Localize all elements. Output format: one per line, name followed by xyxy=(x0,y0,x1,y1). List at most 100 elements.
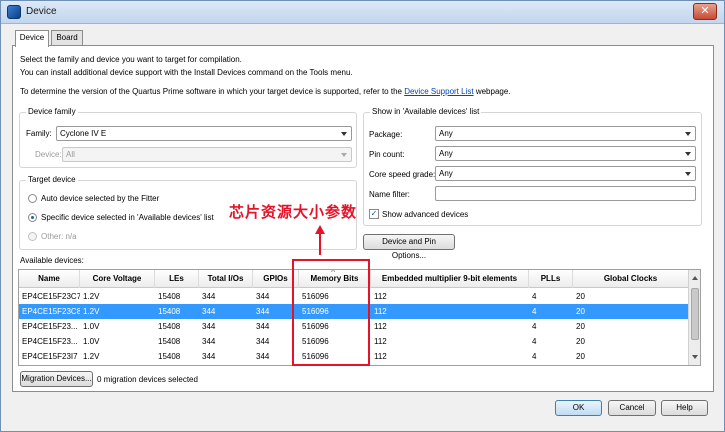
package-label: Package: xyxy=(369,130,403,139)
intro-line-1: Select the family and device you want to… xyxy=(20,55,242,64)
scroll-down-arrow-icon[interactable] xyxy=(692,355,698,359)
specific-device-radio[interactable] xyxy=(28,213,37,222)
ok-button[interactable]: OK xyxy=(555,400,602,416)
cell-plls: 4 xyxy=(532,322,537,331)
device-family-group: Device family Family: Cyclone IV E Devic… xyxy=(19,107,357,168)
tab-device[interactable]: Device xyxy=(15,30,49,47)
intro-line-3-text: To determine the version of the Quartus … xyxy=(20,87,402,96)
cell-name: EP4CE15F23C7 xyxy=(22,292,80,301)
column-header-name[interactable]: Name xyxy=(19,270,80,288)
device-support-list-link[interactable]: Device Support List xyxy=(404,87,473,96)
device-filter-group: Show in 'Available devices' list Package… xyxy=(363,107,702,226)
cell-total-ios: 344 xyxy=(202,307,216,316)
scroll-thumb[interactable] xyxy=(691,288,699,340)
device-select[interactable]: All xyxy=(62,147,352,162)
cell-core-voltage: 1.0V xyxy=(83,322,100,331)
cell-les: 15408 xyxy=(158,352,181,361)
cell-name: EP4CE15F23... xyxy=(22,322,78,331)
cell-core-voltage: 1.0V xyxy=(83,337,100,346)
pin-count-label: Pin count: xyxy=(369,150,405,159)
pin-count-select[interactable]: Any xyxy=(435,146,696,161)
cell-plls: 4 xyxy=(532,352,537,361)
available-devices-label: Available devices: xyxy=(20,256,84,265)
device-value: All xyxy=(66,150,75,159)
other-device-label: Other: n/a xyxy=(41,232,77,241)
target-device-title: Target device xyxy=(26,175,78,184)
cell-multipliers: 112 xyxy=(374,352,387,361)
cell-global-clocks: 20 xyxy=(576,337,585,346)
cell-multipliers: 112 xyxy=(374,322,387,331)
family-select[interactable]: Cyclone IV E xyxy=(56,126,352,141)
name-filter-label: Name filter: xyxy=(369,190,410,199)
device-family-title: Device family xyxy=(26,107,78,116)
migration-devices-button[interactable]: Migration Devices... xyxy=(20,371,93,387)
cell-plls: 4 xyxy=(532,307,537,316)
scroll-up-arrow-icon[interactable] xyxy=(692,276,698,280)
column-header-multipliers[interactable]: Embedded multiplier 9-bit elements xyxy=(371,270,529,288)
cell-total-ios: 344 xyxy=(202,322,216,331)
cancel-button[interactable]: Cancel xyxy=(608,400,656,416)
device-filter-title: Show in 'Available devices' list xyxy=(370,107,482,116)
column-header-core-voltage[interactable]: Core Voltage xyxy=(80,270,155,288)
device-label: Device: xyxy=(35,150,62,159)
chevron-down-icon xyxy=(341,153,347,157)
device-pin-options-button[interactable]: Device and Pin Options... xyxy=(363,234,455,260)
cell-les: 15408 xyxy=(158,322,181,331)
cell-total-ios: 344 xyxy=(202,352,216,361)
chevron-down-icon xyxy=(685,132,691,136)
memory-bits-highlight xyxy=(292,259,370,366)
cell-multipliers: 112 xyxy=(374,307,387,316)
column-header-les[interactable]: LEs xyxy=(155,270,199,288)
cell-name: EP4CE15F23C8 xyxy=(22,307,80,316)
show-advanced-label: Show advanced devices xyxy=(382,210,469,219)
cell-core-voltage: 1.2V xyxy=(83,292,100,301)
pin-count-value: Any xyxy=(439,149,453,158)
cell-les: 15408 xyxy=(158,307,181,316)
cell-global-clocks: 20 xyxy=(576,292,585,301)
family-label: Family: xyxy=(26,129,52,138)
close-button[interactable]: ✕ xyxy=(693,3,717,20)
auto-device-label: Auto device selected by the Fitter xyxy=(41,194,160,203)
cell-core-voltage: 1.2V xyxy=(83,352,100,361)
speed-grade-select[interactable]: Any xyxy=(435,166,696,181)
intro-line-3-suffix: webpage. xyxy=(475,87,511,96)
quartus-app-icon xyxy=(7,5,21,19)
tab-board[interactable]: Board xyxy=(51,30,83,46)
help-button[interactable]: Help xyxy=(661,400,708,416)
speed-grade-value: Any xyxy=(439,169,453,178)
auto-device-radio[interactable] xyxy=(28,194,37,203)
family-value: Cyclone IV E xyxy=(60,129,107,138)
chevron-down-icon xyxy=(685,172,691,176)
window-title: Device xyxy=(26,6,57,17)
cell-les: 15408 xyxy=(158,292,181,301)
chevron-down-icon xyxy=(685,152,691,156)
other-device-radio[interactable] xyxy=(28,232,37,241)
cell-name: EP4CE15F23I7 xyxy=(22,352,78,361)
cell-plls: 4 xyxy=(532,337,537,346)
package-value: Any xyxy=(439,129,453,138)
intro-line-2: You can install additional device suppor… xyxy=(20,68,353,77)
cell-core-voltage: 1.2V xyxy=(83,307,100,316)
cell-global-clocks: 20 xyxy=(576,352,585,361)
annotation-text: 芯片资源大小参数 xyxy=(229,203,358,221)
cell-total-ios: 344 xyxy=(202,337,216,346)
name-filter-input[interactable] xyxy=(435,186,696,201)
cell-global-clocks: 20 xyxy=(576,307,585,316)
cell-multipliers: 112 xyxy=(374,292,387,301)
show-advanced-checkbox[interactable]: ✓ xyxy=(369,209,379,219)
specific-device-label: Specific device selected in 'Available d… xyxy=(41,213,214,222)
cell-total-ios: 344 xyxy=(202,292,216,301)
package-select[interactable]: Any xyxy=(435,126,696,141)
device-dialog: Device ✕ Device Board Select the family … xyxy=(0,0,725,432)
column-header-total-ios[interactable]: Total I/Os xyxy=(199,270,253,288)
table-vertical-scrollbar[interactable] xyxy=(688,270,700,365)
column-header-plls[interactable]: PLLs xyxy=(529,270,573,288)
annotation-arrow-shaft xyxy=(319,233,321,255)
title-bar: Device ✕ xyxy=(1,1,724,24)
cell-global-clocks: 20 xyxy=(576,322,585,331)
column-header-global-clocks[interactable]: Global Clocks xyxy=(573,270,689,288)
speed-grade-label: Core speed grade: xyxy=(369,170,436,179)
migration-status: 0 migration devices selected xyxy=(97,375,198,384)
cell-plls: 4 xyxy=(532,292,537,301)
cell-les: 15408 xyxy=(158,337,181,346)
